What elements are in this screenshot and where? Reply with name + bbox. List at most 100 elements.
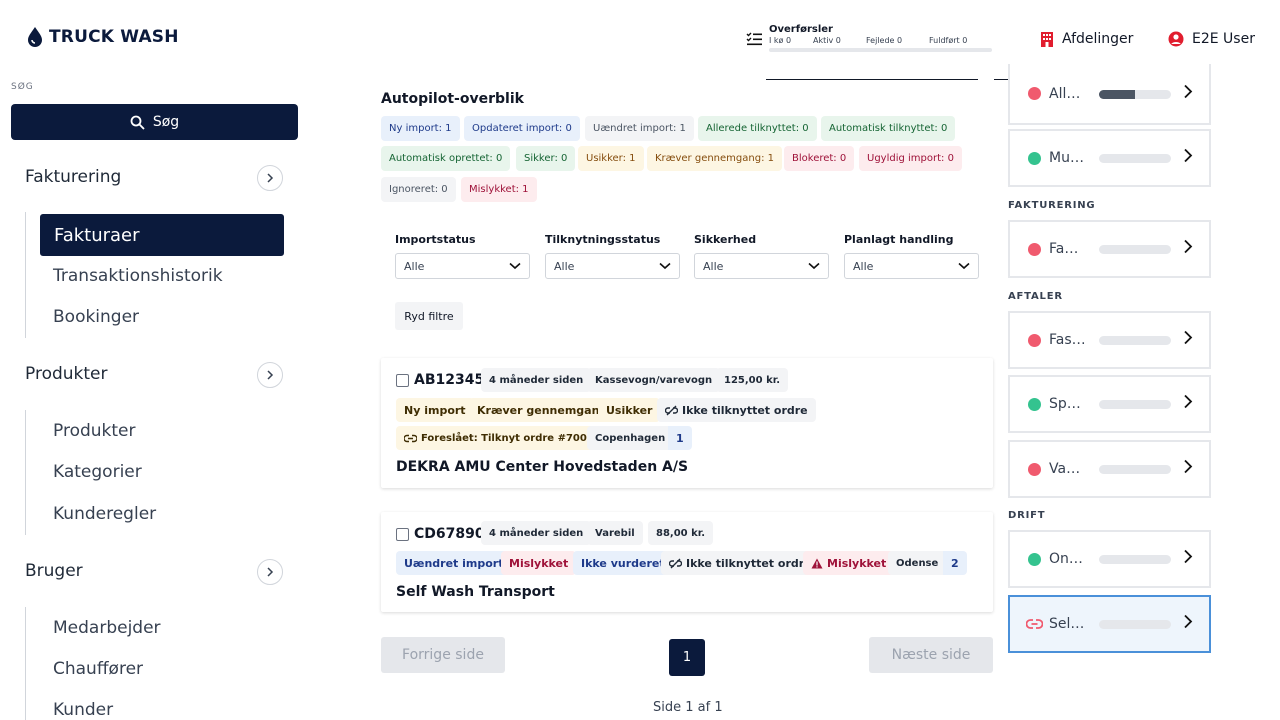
- app-logo[interactable]: TRUCK WASH: [25, 26, 179, 48]
- search-button-label: Søg: [152, 114, 180, 130]
- status-card-fakturering[interactable]: Fa…: [1008, 220, 1211, 278]
- card-location: Odense: [888, 551, 947, 575]
- import-card[interactable]: CD67890 4 måneder siden Varebil 88,00 kr…: [381, 512, 993, 612]
- overview-chip[interactable]: Ugyldig import: 0: [859, 146, 962, 171]
- chevron-right-icon: [1184, 394, 1193, 409]
- status-card-aftaler-2[interactable]: Va…: [1008, 440, 1211, 498]
- chevron-right-icon: [267, 173, 274, 183]
- link-icon: [1026, 619, 1043, 629]
- sidebar-section-toggle[interactable]: [257, 559, 283, 585]
- card-suggestion[interactable]: Foreslået: Tilknyt ordre #7001: [396, 426, 602, 450]
- card-tag: Mislykket: [501, 551, 577, 575]
- status-card-label: Va…: [1049, 461, 1081, 477]
- sidebar-section-toggle[interactable]: [257, 165, 283, 191]
- card-tag-label: Ikke tilknyttet ordre: [682, 403, 808, 417]
- sidebar-item-kunderegler[interactable]: Kunderegler: [53, 504, 156, 524]
- next-page-button[interactable]: Næste side: [869, 637, 993, 673]
- overview-chip[interactable]: Kræver gennemgang: 1: [647, 146, 782, 171]
- card-vehicle: Kassevogn/varevogn: [587, 368, 721, 392]
- status-card-top-0[interactable]: All…: [1008, 64, 1211, 125]
- sidebar-item-label: Fakturaer: [54, 224, 140, 246]
- chevron-down-icon: [808, 262, 820, 270]
- transfers-widget[interactable]: Overførsler I kø 0 Aktiv 0 Fejlede 0 Ful…: [746, 24, 992, 52]
- card-location: Copenhagen: [587, 426, 674, 450]
- sidebar-section-bruger[interactable]: Bruger: [25, 561, 83, 581]
- card-header: CD67890: [396, 526, 485, 542]
- sidebar-item-fakturaer[interactable]: Fakturaer: [40, 214, 284, 256]
- sidebar-item-kunder[interactable]: Kunder: [53, 700, 113, 720]
- transfers-title: Overførsler: [769, 24, 833, 35]
- card-customer-name: DEKRA AMU Center Hovedstaden A/S: [396, 459, 689, 475]
- header-underline: [766, 79, 978, 80]
- overview-chip[interactable]: Sikker: 0: [516, 146, 576, 171]
- status-card-top-1[interactable]: Mu…: [1008, 129, 1211, 187]
- card-checkbox[interactable]: [396, 527, 409, 541]
- chevron-right-icon: [1184, 239, 1193, 254]
- clear-filters-button[interactable]: Ryd filtre: [395, 302, 463, 330]
- chevron-right-icon: [1184, 549, 1193, 564]
- sidebar-item-transaktionshistorik[interactable]: Transaktionshistorik: [53, 266, 223, 286]
- card-tag-link-status: Ikke tilknyttet ordre: [657, 398, 816, 422]
- right-section-title: FAKTURERING: [1008, 200, 1096, 211]
- filter-label-tilknytningsstatus: Tilknytningsstatus: [545, 233, 661, 246]
- sidebar-section-toggle[interactable]: [257, 362, 283, 388]
- overview-chip[interactable]: Automatisk oprettet: 0: [381, 146, 511, 171]
- departments-link[interactable]: Afdelinger: [1040, 31, 1133, 47]
- card-tag-label: Ikke tilknyttet ordre: [686, 556, 812, 570]
- chevron-down-icon: [659, 262, 671, 270]
- status-card-aftaler-0[interactable]: Fas…: [1008, 311, 1211, 369]
- card-tag: Ny import: [396, 398, 474, 422]
- card-tag: Kræver gennemgang: [469, 398, 616, 422]
- sidebar-tree-line: [25, 212, 26, 338]
- overview-chip[interactable]: Uændret import: 1: [585, 116, 694, 141]
- sidebar-item-produkter[interactable]: Produkter: [53, 421, 136, 441]
- overview-chip[interactable]: Mislykket: 1: [461, 177, 537, 202]
- sidebar-item-medarbejder[interactable]: Medarbejder: [53, 618, 161, 638]
- filter-select-tilknytningsstatus[interactable]: Alle: [545, 253, 680, 279]
- overview-chip[interactable]: Usikker: 1: [578, 146, 644, 171]
- card-count: 2: [943, 551, 967, 575]
- overview-chip[interactable]: Opdateret import: 0: [464, 116, 580, 141]
- sidebar-item-kategorier[interactable]: Kategorier: [53, 462, 142, 482]
- transfers-active: Aktiv 0: [813, 36, 841, 45]
- card-checkbox[interactable]: [396, 373, 409, 387]
- overview-chip[interactable]: Allerede tilknyttet: 0: [698, 116, 817, 141]
- prev-page-button[interactable]: Forrige side: [381, 637, 505, 673]
- card-tag: Ikke vurderet: [573, 551, 673, 575]
- unlink-icon: [665, 405, 678, 415]
- status-progress-bar: [1099, 336, 1171, 345]
- status-dot: [1028, 397, 1041, 411]
- chevron-right-icon: [1184, 148, 1193, 163]
- sidebar-item-bookinger[interactable]: Bookinger: [53, 307, 139, 327]
- status-card-drift-1[interactable]: Sel…: [1008, 595, 1211, 653]
- overview-chip[interactable]: Automatisk tilknyttet: 0: [821, 116, 956, 141]
- status-dot: [1028, 462, 1041, 476]
- filter-label-planlagt-handling: Planlagt handling: [844, 233, 954, 246]
- overview-chip[interactable]: Ny import: 1: [381, 116, 460, 141]
- page-number-button[interactable]: 1: [669, 639, 705, 676]
- filter-select-planlagt-handling[interactable]: Alle: [844, 253, 979, 279]
- sidebar-section-produkter[interactable]: Produkter: [25, 364, 108, 384]
- status-progress-bar: [1099, 400, 1171, 409]
- card-count: 1: [668, 426, 692, 450]
- card-id: AB12345: [414, 372, 485, 388]
- status-dot: [1028, 333, 1041, 347]
- filter-select-sikkerhed[interactable]: Alle: [694, 253, 829, 279]
- status-card-label: All…: [1049, 85, 1081, 102]
- search-button[interactable]: Søg: [11, 104, 298, 140]
- status-progress-bar: [1099, 90, 1171, 99]
- overview-chip[interactable]: Blokeret: 0: [784, 146, 855, 171]
- user-menu[interactable]: E2E User: [1168, 31, 1255, 47]
- status-card-drift-0[interactable]: On…: [1008, 530, 1211, 588]
- status-card-label: Fa…: [1049, 241, 1079, 257]
- sidebar-section-fakturering[interactable]: Fakturering: [25, 167, 121, 187]
- import-card[interactable]: AB12345 4 måneder siden Kassevogn/varevo…: [381, 358, 993, 488]
- filter-label-importstatus: Importstatus: [395, 233, 476, 246]
- overview-chip[interactable]: Ignoreret: 0: [381, 177, 456, 202]
- card-tag: Usikker: [598, 398, 661, 422]
- status-card-aftaler-1[interactable]: Sp…: [1008, 375, 1211, 433]
- filter-select-importstatus[interactable]: Alle: [395, 253, 530, 279]
- transfers-done: Fuldført 0: [929, 36, 968, 45]
- chevron-right-icon: [267, 567, 274, 577]
- sidebar-item-chauffoerer[interactable]: Chauffører: [53, 659, 143, 679]
